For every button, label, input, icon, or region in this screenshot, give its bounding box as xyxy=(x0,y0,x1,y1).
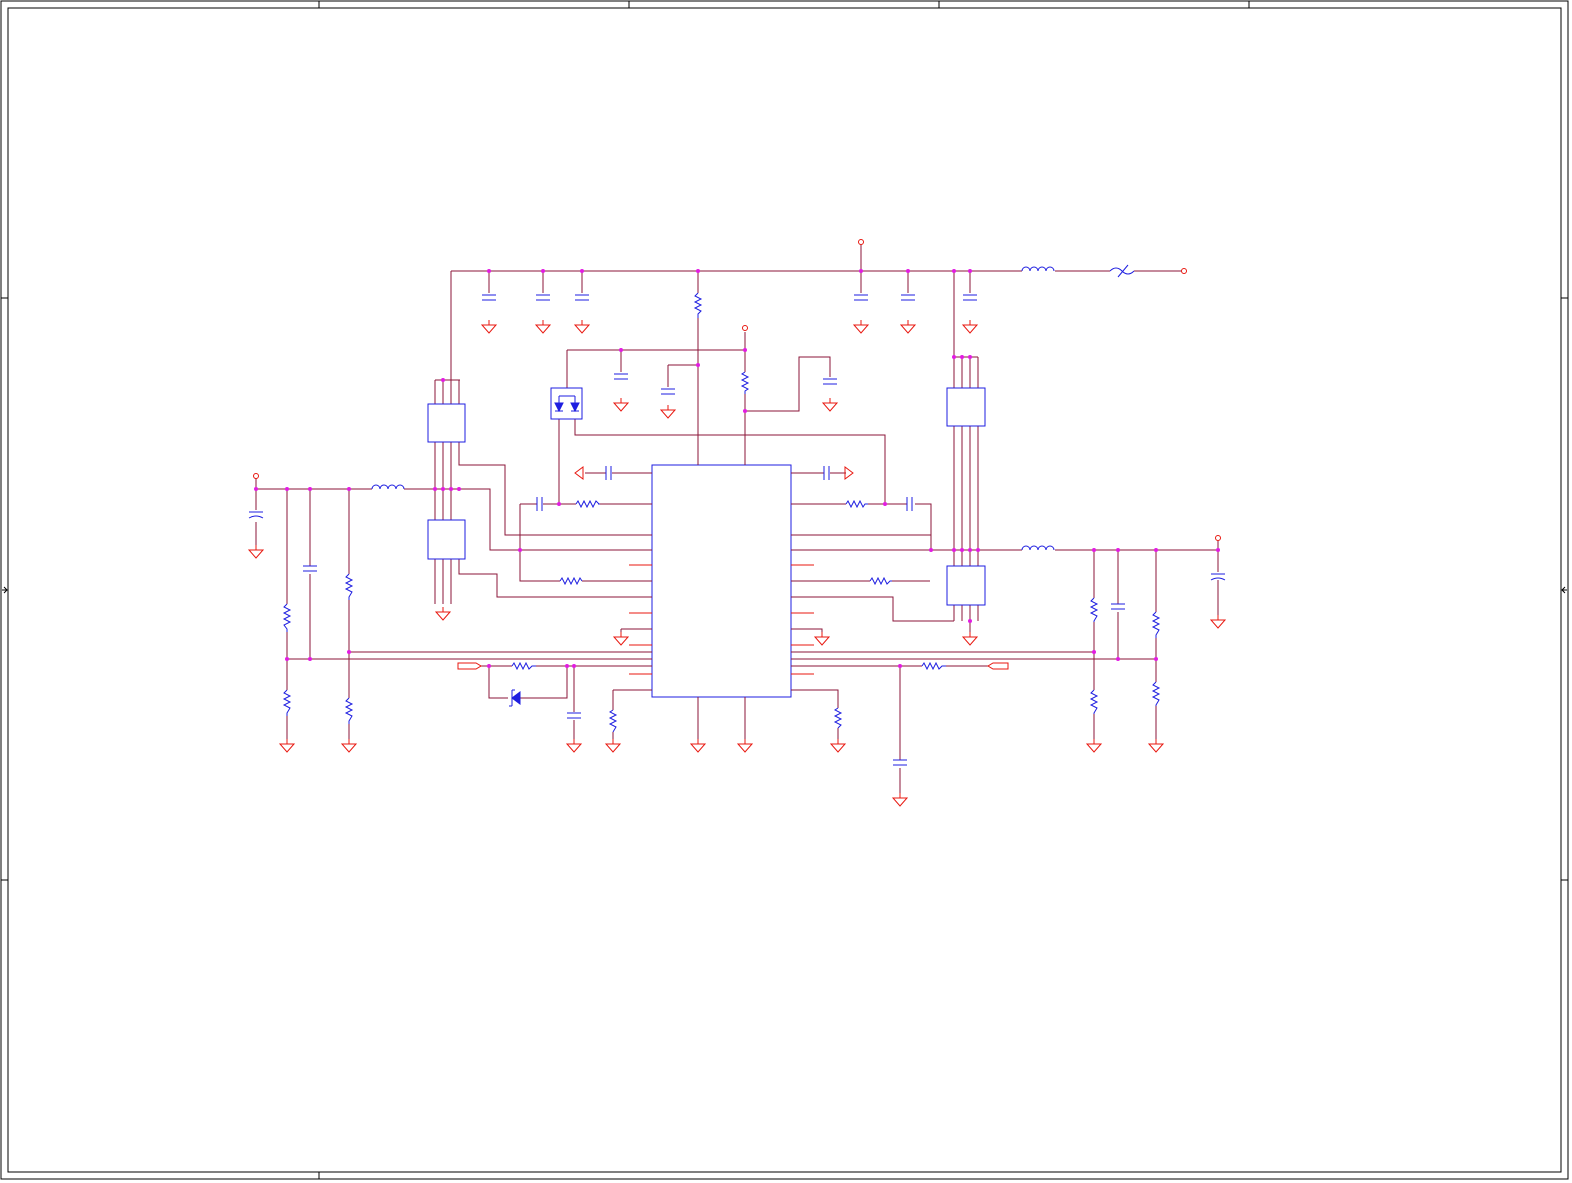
junction-dot xyxy=(968,548,972,552)
junction-dot xyxy=(433,487,437,491)
inductors xyxy=(371,266,1055,551)
junction-dot xyxy=(743,348,747,352)
junction-dot xyxy=(968,355,972,359)
power-ports xyxy=(253,239,1221,541)
ground-icon xyxy=(434,607,452,621)
ground-icon xyxy=(1085,739,1103,753)
junction-dot xyxy=(457,487,461,491)
junction-dot xyxy=(441,378,445,382)
sheet-border xyxy=(0,0,1569,1180)
junction-dot xyxy=(541,269,545,273)
junction-dot xyxy=(960,355,964,359)
ground-icon xyxy=(1209,615,1227,629)
net-ports xyxy=(457,466,1009,670)
fuse xyxy=(1109,264,1135,278)
zener-diode xyxy=(509,689,521,707)
ground-icon xyxy=(852,320,870,334)
connector-ll xyxy=(427,519,466,560)
main-ic-body xyxy=(651,464,792,698)
junction-dot xyxy=(883,502,887,506)
junction-dot xyxy=(487,664,491,668)
junction-dot xyxy=(487,269,491,273)
junction-dot xyxy=(898,664,902,668)
junction-dot xyxy=(285,657,289,661)
junction-dot xyxy=(952,269,956,273)
connector-ur xyxy=(946,387,986,427)
ground-icon xyxy=(565,739,583,753)
wires xyxy=(255,244,1219,798)
resistors xyxy=(282,292,1161,733)
ground-icon xyxy=(736,739,754,753)
ground-icon xyxy=(1147,739,1165,753)
ground-icon xyxy=(899,320,917,334)
dual-diode xyxy=(550,387,583,420)
ground-icon xyxy=(659,405,677,419)
junction-dot xyxy=(1116,657,1120,661)
junction-dot xyxy=(347,650,351,654)
junction-dot xyxy=(1154,657,1158,661)
junction-dot xyxy=(968,269,972,273)
ground-icon xyxy=(573,320,591,334)
ground-icon xyxy=(604,739,622,753)
junction-dot xyxy=(308,487,312,491)
ground-icon xyxy=(612,632,630,646)
junction-dot xyxy=(557,502,561,506)
junction-dot xyxy=(929,548,933,552)
junction-dot xyxy=(1216,548,1220,552)
junction-dot xyxy=(859,269,863,273)
junction-dot xyxy=(449,487,453,491)
junction-dot xyxy=(696,363,700,367)
junction-dot xyxy=(952,355,956,359)
junction-dot xyxy=(960,548,964,552)
ground-icon xyxy=(278,739,296,753)
ground-icon xyxy=(891,793,909,807)
junction-dot xyxy=(952,548,956,552)
junction-dot xyxy=(976,548,980,552)
ground-icon xyxy=(961,320,979,334)
schematic-sheet xyxy=(0,0,1569,1180)
ground-icon xyxy=(829,739,847,753)
junction-dot xyxy=(1154,548,1158,552)
capacitors xyxy=(248,294,1226,766)
junction-dot xyxy=(968,619,972,623)
ground-icon xyxy=(612,398,630,412)
ground-icon xyxy=(340,739,358,753)
junction-dot xyxy=(254,487,258,491)
ground-icon xyxy=(961,632,979,646)
junction-dot xyxy=(347,487,351,491)
junction-dot xyxy=(580,269,584,273)
junction-dot xyxy=(565,664,569,668)
junction-dot xyxy=(308,657,312,661)
junctions xyxy=(254,269,1220,668)
junction-dot xyxy=(619,348,623,352)
ground-icon xyxy=(821,398,839,412)
junction-dot xyxy=(518,548,522,552)
ground-icon xyxy=(534,320,552,334)
ground-icon xyxy=(689,739,707,753)
ground-icon xyxy=(480,320,498,334)
junction-dot xyxy=(1116,548,1120,552)
ground-symbols xyxy=(247,320,1227,807)
junction-dot xyxy=(696,269,700,273)
junction-dot xyxy=(1092,548,1096,552)
junction-dot xyxy=(743,409,747,413)
junction-dot xyxy=(906,269,910,273)
junction-dot xyxy=(441,487,445,491)
connector-ul xyxy=(427,403,466,443)
junction-dot xyxy=(572,664,576,668)
connector-lr xyxy=(946,565,986,606)
junction-dot xyxy=(285,487,289,491)
ground-icon xyxy=(813,632,831,646)
junction-dot xyxy=(1092,650,1096,654)
ground-icon xyxy=(247,545,265,559)
main-ic-pins xyxy=(629,472,814,691)
